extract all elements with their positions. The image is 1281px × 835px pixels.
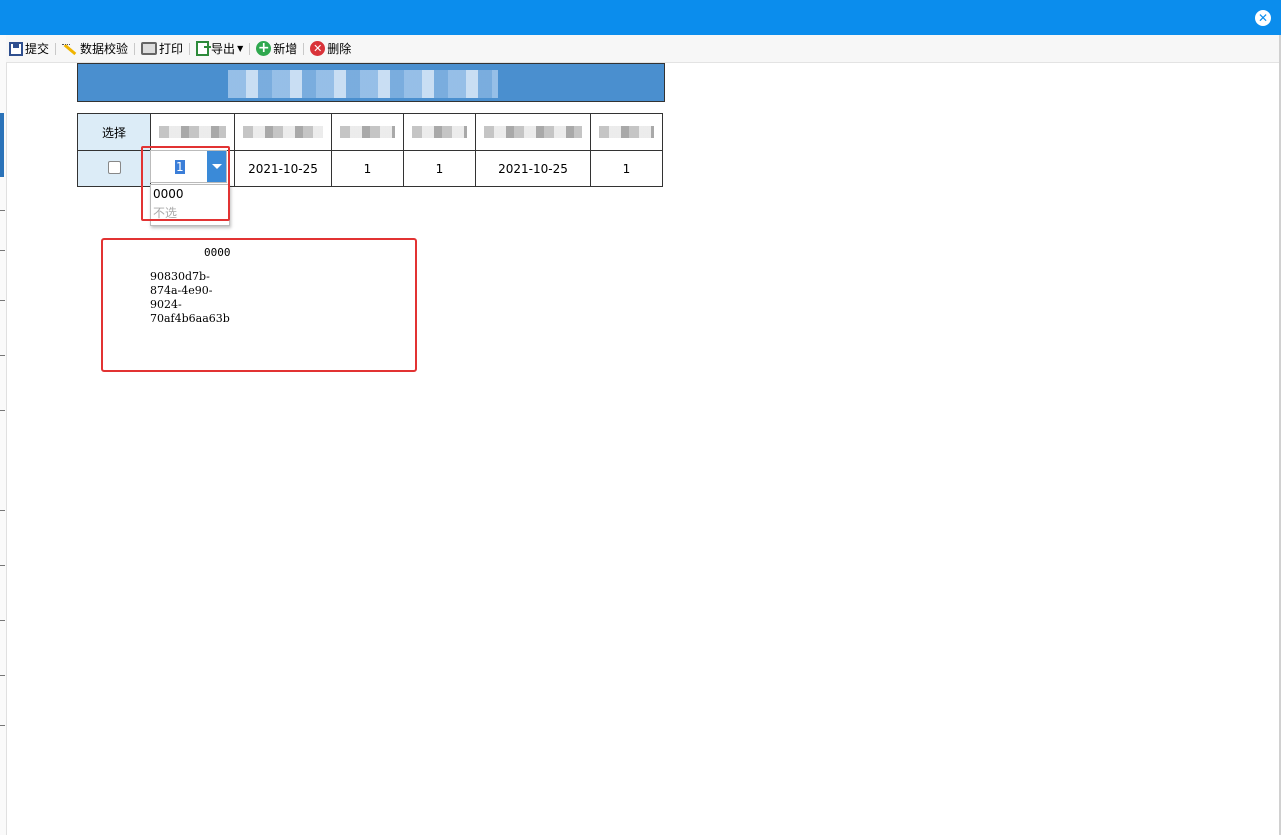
left-edge-tick (0, 210, 5, 211)
delete-button[interactable]: ✕ 删除 (307, 38, 354, 60)
chevron-down-icon: ▼ (237, 44, 244, 53)
date-cell: 2021-10-25 (475, 150, 591, 187)
add-button[interactable]: + 新增 (253, 38, 300, 60)
grid-header-row: 选择 (77, 113, 663, 151)
row-select-cell (77, 150, 151, 187)
form-title-banner (77, 63, 665, 102)
add-label: 新增 (273, 42, 298, 56)
uuid-line: 874a-4e90- (150, 284, 213, 297)
left-edge-tick (0, 725, 5, 726)
left-edge-tick (0, 250, 5, 251)
delete-label: 删除 (327, 42, 352, 56)
redacted-column-header (403, 113, 476, 151)
close-icon[interactable]: ✕ (1255, 10, 1271, 26)
highlight-box-combobox (141, 146, 230, 221)
toolbar-separator (55, 42, 57, 55)
left-edge-panel (0, 35, 7, 835)
left-edge-tick (0, 510, 5, 511)
data-validate-button[interactable]: 数据校验 (59, 38, 131, 60)
select-column-header: 选择 (77, 113, 151, 151)
value-cell: 1 (331, 150, 404, 187)
data-validate-label: 数据校验 (80, 42, 129, 56)
toolbar-separator (134, 42, 136, 55)
left-edge-tick (0, 675, 5, 676)
highlight-box-detail (101, 238, 417, 372)
export-icon (196, 41, 212, 56)
redacted-column-header (234, 113, 332, 151)
value-cell: 1 (403, 150, 476, 187)
redacted-column-header (331, 113, 404, 151)
toolbar-separator (303, 42, 305, 55)
submit-button[interactable]: 提交 (6, 38, 52, 60)
left-edge-tick (0, 620, 5, 621)
toolbar-separator (189, 42, 191, 55)
add-icon: + (256, 40, 272, 56)
redacted-column-header (475, 113, 591, 151)
uuid-line: 9024- (150, 298, 182, 311)
redacted-column-header (150, 113, 235, 151)
export-label: 导出 (211, 42, 236, 56)
delete-icon: ✕ (310, 41, 326, 56)
print-button[interactable]: 打印 (138, 38, 186, 60)
toolbar-separator (249, 42, 251, 55)
left-edge-tick (0, 300, 5, 301)
left-edge-highlight (0, 113, 4, 177)
save-icon (9, 41, 23, 56)
left-edge-tick (0, 565, 5, 566)
left-edge-tick (0, 410, 5, 411)
row-checkbox[interactable] (107, 160, 121, 174)
value-cell: 1 (590, 150, 663, 187)
uuid-line: 90830d7b- (150, 270, 210, 283)
redacted-column-header (590, 113, 663, 151)
print-label: 打印 (159, 42, 184, 56)
submit-label: 提交 (25, 42, 50, 56)
toolbar: 提交 数据校验 打印 导出 ▼ + 新增 ✕ 删除 (6, 35, 1281, 63)
detail-code: 0000 (204, 246, 231, 259)
window-titlebar: ✕ (0, 0, 1281, 35)
wand-check-icon (62, 42, 78, 56)
export-button[interactable]: 导出 ▼ (193, 38, 246, 60)
date-cell: 2021-10-25 (234, 150, 332, 187)
left-edge-tick (0, 355, 5, 356)
printer-icon (141, 42, 158, 55)
redacted-title (228, 70, 498, 98)
uuid-line: 70af4b6aa63b (150, 312, 230, 325)
